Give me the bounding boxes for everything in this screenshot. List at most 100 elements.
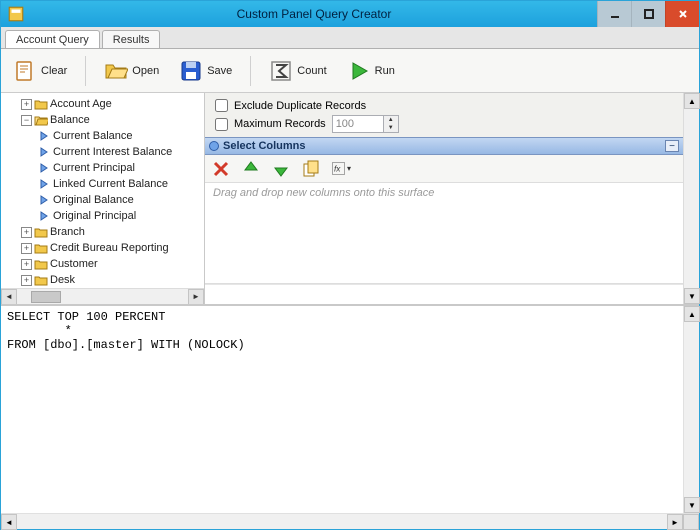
sql-editor[interactable]: SELECT TOP 100 PERCENT * FROM [dbo].[mas… xyxy=(1,306,683,513)
minimize-button[interactable] xyxy=(597,1,631,27)
select-columns-surface[interactable]: Drag and drop new columns onto this surf… xyxy=(205,183,683,284)
sql-horizontal-scrollbar[interactable]: ◄ ► xyxy=(1,513,699,529)
maximum-records-label: Maximum Records xyxy=(234,118,326,130)
tree-label: Credit Bureau Reporting xyxy=(50,242,169,254)
maximum-records-spinner[interactable]: ▲▼ xyxy=(384,115,399,133)
folder-icon xyxy=(34,274,48,286)
scroll-track[interactable] xyxy=(17,514,667,529)
scroll-up-icon[interactable]: ▲ xyxy=(684,93,700,109)
expand-icon[interactable]: + xyxy=(21,227,32,238)
exclude-duplicates-checkbox[interactable] xyxy=(215,99,228,112)
open-label: Open xyxy=(132,65,159,77)
folder-icon xyxy=(34,98,48,110)
select-columns-header[interactable]: Select Columns − xyxy=(205,137,683,155)
scroll-right-icon[interactable]: ► xyxy=(188,289,204,305)
field-icon xyxy=(37,162,51,174)
exclude-duplicates-label: Exclude Duplicate Records xyxy=(234,100,366,112)
window-title: Custom Panel Query Creator xyxy=(31,7,597,21)
expand-icon[interactable]: + xyxy=(21,275,32,286)
tree-label: Balance xyxy=(50,114,90,126)
select-columns-footer xyxy=(205,284,683,304)
expand-icon[interactable]: + xyxy=(21,243,32,254)
expand-icon[interactable]: + xyxy=(21,259,32,270)
delete-column-button[interactable] xyxy=(211,159,231,179)
maximum-records-row: Maximum Records ▲▼ xyxy=(215,115,673,133)
tree-leaf-current-principal[interactable]: Current Principal xyxy=(3,160,202,176)
clear-icon xyxy=(13,59,37,83)
tree-label: Linked Current Balance xyxy=(53,178,168,190)
close-button[interactable] xyxy=(665,1,699,27)
tree-node-credit-bureau-reporting[interactable]: + Credit Bureau Reporting xyxy=(3,240,202,256)
play-icon xyxy=(347,59,371,83)
tree-label: Original Principal xyxy=(53,210,136,222)
tree-node-customer[interactable]: + Customer xyxy=(3,256,202,272)
maximize-button[interactable] xyxy=(631,1,665,27)
clear-button[interactable]: Clear xyxy=(7,55,73,87)
open-folder-icon xyxy=(104,59,128,83)
save-button[interactable]: Save xyxy=(173,55,238,87)
tab-results[interactable]: Results xyxy=(102,30,161,48)
scroll-right-icon[interactable]: ► xyxy=(667,514,683,530)
tree-label: Desk xyxy=(50,274,75,286)
right-panel-scrollbar[interactable]: ▲ ▼ xyxy=(683,93,699,304)
tree-leaf-original-balance[interactable]: Original Balance xyxy=(3,192,202,208)
tree-horizontal-scrollbar[interactable]: ◄ ► xyxy=(1,288,204,304)
field-icon xyxy=(37,178,51,190)
panel-grip-icon xyxy=(209,141,219,151)
right-panel-wrap: Exclude Duplicate Records Maximum Record… xyxy=(205,93,699,304)
collapse-icon[interactable]: − xyxy=(21,115,32,126)
scroll-track[interactable] xyxy=(17,289,188,305)
copy-button[interactable] xyxy=(301,159,321,179)
clear-label: Clear xyxy=(41,65,67,77)
scroll-left-icon[interactable]: ◄ xyxy=(1,514,17,530)
scroll-thumb[interactable] xyxy=(31,291,61,303)
spinner-down-icon[interactable]: ▼ xyxy=(384,124,398,132)
tree-node-desk[interactable]: + Desk xyxy=(3,272,202,288)
resize-grip[interactable] xyxy=(683,514,699,530)
field-icon xyxy=(37,130,51,142)
expand-icon[interactable]: + xyxy=(21,99,32,110)
tree-node-balance[interactable]: − Balance xyxy=(3,112,202,128)
count-button[interactable]: Count xyxy=(263,55,332,87)
toolbar-separator xyxy=(250,56,251,86)
panel-minimize-button[interactable]: − xyxy=(665,140,679,152)
scroll-up-icon[interactable]: ▲ xyxy=(684,306,700,322)
folder-icon xyxy=(34,242,48,254)
tree-node-account-age[interactable]: +Account Age xyxy=(3,96,202,112)
count-label: Count xyxy=(297,65,326,77)
tab-account-query[interactable]: Account Query xyxy=(5,30,100,48)
formula-button[interactable]: fx▾ xyxy=(331,159,351,179)
scroll-track[interactable] xyxy=(684,322,699,497)
tree-node-branch[interactable]: +Branch xyxy=(3,224,202,240)
app-icon xyxy=(7,5,25,23)
upper-split: +Account Age − Balance Current Balance Cu… xyxy=(1,93,699,305)
sql-panel: SELECT TOP 100 PERCENT * FROM [dbo].[mas… xyxy=(1,305,699,529)
spinner-up-icon[interactable]: ▲ xyxy=(384,116,398,124)
app-window: Custom Panel Query Creator Account Query… xyxy=(0,0,700,530)
field-tree[interactable]: +Account Age − Balance Current Balance Cu… xyxy=(1,93,205,304)
scroll-track[interactable] xyxy=(684,109,699,288)
main-toolbar: Clear Open Save Count Run xyxy=(1,49,699,93)
tab-strip: Account Query Results xyxy=(1,27,699,49)
scroll-left-icon[interactable]: ◄ xyxy=(1,289,17,305)
tree-leaf-current-balance[interactable]: Current Balance xyxy=(3,128,202,144)
tree-leaf-current-interest-balance[interactable]: Current Interest Balance xyxy=(3,144,202,160)
field-icon xyxy=(37,146,51,158)
scroll-down-icon[interactable]: ▼ xyxy=(684,497,700,513)
select-columns-title: Select Columns xyxy=(223,140,665,152)
move-down-button[interactable] xyxy=(271,159,291,179)
run-button[interactable]: Run xyxy=(341,55,401,87)
scroll-down-icon[interactable]: ▼ xyxy=(684,288,700,304)
tree-label: Original Balance xyxy=(53,194,134,206)
maximum-records-input[interactable] xyxy=(332,115,384,133)
maximum-records-checkbox[interactable] xyxy=(215,118,228,131)
tree-leaf-linked-current-balance[interactable]: Linked Current Balance xyxy=(3,176,202,192)
tree-leaf-original-principal[interactable]: Original Principal xyxy=(3,208,202,224)
open-button[interactable]: Open xyxy=(98,55,165,87)
query-options: Exclude Duplicate Records Maximum Record… xyxy=(205,93,683,137)
window-buttons xyxy=(597,1,699,27)
folder-icon xyxy=(34,226,48,238)
move-up-button[interactable] xyxy=(241,159,261,179)
sql-vertical-scrollbar[interactable]: ▲ ▼ xyxy=(683,306,699,513)
tree-label: Customer xyxy=(50,258,98,270)
